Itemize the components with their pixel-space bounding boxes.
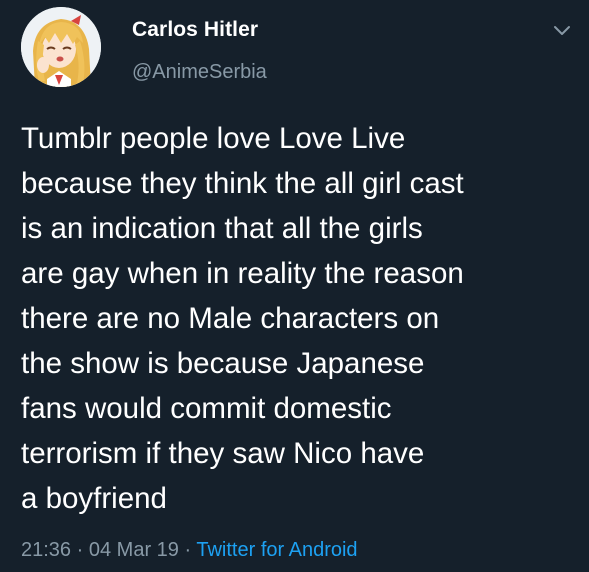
tweet-text-line: fans would commit domestic <box>21 392 392 425</box>
tweet-text-line: because they think the all girl cast <box>21 167 464 200</box>
meta-separator: · <box>184 539 192 561</box>
tweet-text-line: the show is because Japanese <box>21 347 425 380</box>
tweet-text-line: terrorism if they saw Nico have <box>21 437 425 470</box>
tweet-time[interactable]: 21:36 <box>21 539 71 561</box>
meta-separator: · <box>76 539 84 561</box>
tweet-meta: 21:36 · 04 Mar 19 · Twitter for Android <box>21 539 358 562</box>
author-display-name[interactable]: Carlos Hitler <box>132 18 258 42</box>
tweet-source-link[interactable]: Twitter for Android <box>196 539 357 561</box>
author-handle[interactable]: @AnimeSerbia <box>132 61 267 84</box>
tweet-text-line: Tumblr people love Love Live <box>21 122 406 155</box>
tweet-text-line: are gay when in reality the reason <box>21 257 464 290</box>
avatar[interactable] <box>21 7 101 87</box>
tweet-text-line: is an indication that all the girls <box>21 212 423 245</box>
tweet-text-line: a boyfriend <box>21 482 167 515</box>
chevron-down-icon[interactable] <box>549 19 575 41</box>
tweet-text: Tumblr people love Love Live because the… <box>21 116 581 521</box>
tweet-card: Carlos Hitler @AnimeSerbia Tumblr people… <box>0 0 589 572</box>
tweet-text-line: there are no Male characters on <box>21 302 440 335</box>
tweet-date[interactable]: 04 Mar 19 <box>89 539 179 561</box>
anime-girl-avatar-icon <box>21 7 101 87</box>
